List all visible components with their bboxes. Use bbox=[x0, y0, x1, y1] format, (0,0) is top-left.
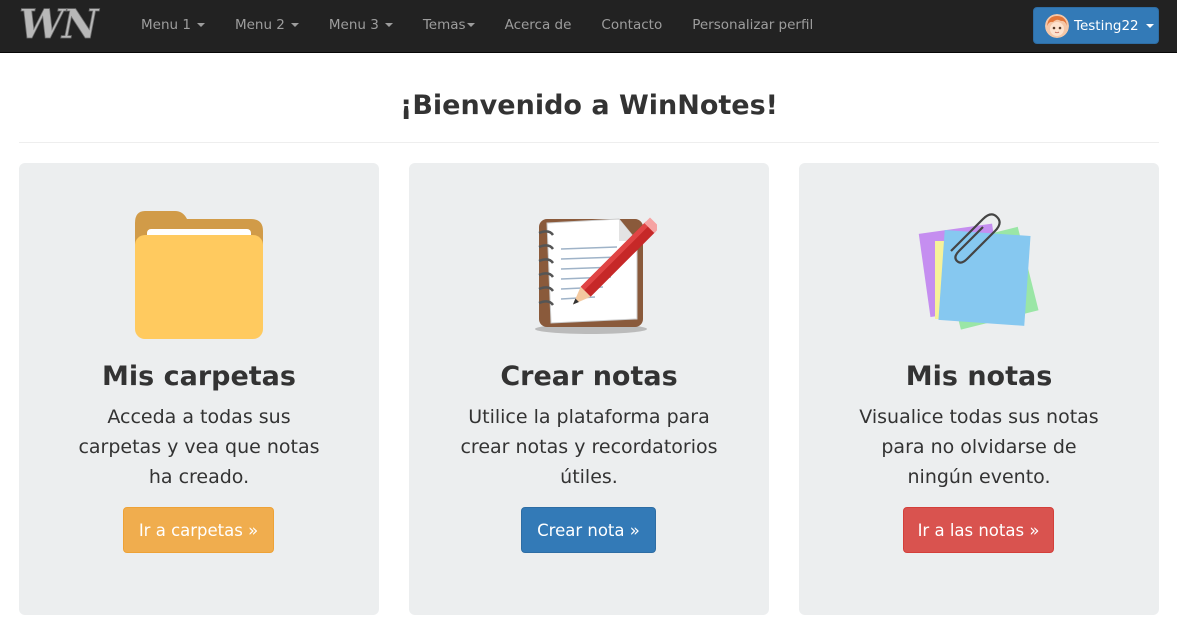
nav-menu-2[interactable]: Menu 2 bbox=[220, 0, 314, 50]
card-description: Visualice todas sus notas para no olvida… bbox=[859, 406, 1099, 488]
nav-contacto-label: Contacto bbox=[601, 17, 663, 33]
nav-acerca-de-label: Acerca de bbox=[504, 17, 572, 33]
nav-temas[interactable]: Temas bbox=[408, 0, 490, 50]
create-note-button[interactable]: Crear nota » bbox=[521, 507, 656, 553]
nav-menu-1-label: Menu 1 bbox=[141, 17, 191, 33]
nav-menu-3[interactable]: Menu 3 bbox=[314, 0, 408, 50]
card-description: Acceda a todas sus carpetas y vea que no… bbox=[78, 406, 320, 488]
nav-menu: Menu 1 Menu 2 Menu 3 Temas Acerca de Con… bbox=[126, 0, 828, 50]
nav-menu-1[interactable]: Menu 1 bbox=[126, 0, 220, 50]
caret-down-icon bbox=[466, 23, 475, 27]
folder-icon bbox=[135, 211, 263, 339]
page-title: ¡Bienvenido a WinNotes! bbox=[400, 90, 778, 121]
card-folders: Mis carpetas Acceda a todas sus carpetas… bbox=[19, 163, 379, 615]
nav-personalizar-perfil[interactable]: Personalizar perfil bbox=[677, 0, 828, 50]
nav-menu-3-label: Menu 3 bbox=[328, 17, 379, 33]
card-my-notes: Mis notas Visualice todas sus notas para… bbox=[799, 163, 1159, 615]
nav-personalizar-perfil-label: Personalizar perfil bbox=[692, 17, 814, 33]
card-create-notes: Crear notas Utilice la plataforma para c… bbox=[409, 163, 769, 615]
card-title: Mis carpetas bbox=[102, 361, 296, 392]
nav-contacto[interactable]: Contacto bbox=[586, 0, 677, 50]
top-navbar: WN Menu 1 Menu 2 Menu 3 Temas Acerca de … bbox=[0, 0, 1177, 53]
brand-logo[interactable]: WN bbox=[18, 4, 124, 44]
user-name: Testing22 bbox=[1074, 17, 1139, 34]
card-description: Utilice la plataforma para crear notas y… bbox=[460, 406, 718, 488]
nav-menu-2-label: Menu 2 bbox=[234, 17, 285, 33]
svg-text:WN: WN bbox=[19, 4, 100, 44]
anime-avatar-icon bbox=[1045, 13, 1069, 38]
user-menu-button[interactable]: Testing22 bbox=[1033, 7, 1159, 44]
caret-down-icon bbox=[384, 23, 393, 27]
nav-acerca-de[interactable]: Acerca de bbox=[490, 0, 587, 50]
nav-temas-label: Temas bbox=[422, 17, 466, 33]
card-title: Crear notas bbox=[500, 361, 678, 392]
go-to-notes-button[interactable]: Ir a las notas » bbox=[903, 507, 1054, 553]
caret-down-icon bbox=[196, 23, 205, 27]
sticky-notes-icon bbox=[918, 213, 1039, 330]
caret-down-icon bbox=[290, 23, 299, 27]
header-divider bbox=[19, 142, 1159, 143]
notebook-pencil-icon bbox=[535, 217, 657, 334]
card-title: Mis notas bbox=[905, 361, 1053, 392]
go-to-folders-button[interactable]: Ir a carpetas » bbox=[123, 507, 274, 553]
caret-down-icon bbox=[1145, 23, 1154, 28]
